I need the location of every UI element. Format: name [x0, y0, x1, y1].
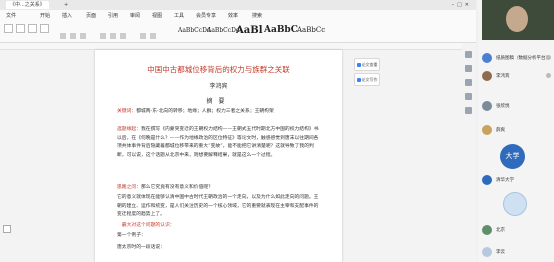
- paragraph-understanding: 最大对这个问题的认识：: [117, 222, 322, 231]
- style-heading-3[interactable]: AaBbCc: [295, 23, 327, 38]
- participant-name: 李云: [496, 250, 505, 255]
- document-page[interactable]: 中国中古都城位移背后的权力与族群之关联 李鸿宾 摘要 关键词：都城两-东-北向的…: [95, 50, 342, 262]
- speaker-face: [506, 6, 528, 32]
- align-center-icon[interactable]: [110, 33, 116, 39]
- participant-row[interactable]: 李云: [480, 246, 554, 260]
- participant-name: 北京: [496, 228, 505, 233]
- window-controls[interactable]: –□✕: [452, 0, 472, 10]
- paragraph-keywords: 关键词：都城两-东-北向的转移；地缘；人群；权力三者之关系；王朝构架: [117, 108, 322, 117]
- menu-item-file[interactable]: 文件: [6, 12, 16, 19]
- left-toolbar: [0, 50, 12, 262]
- word-processor-window: 《中...之关系》 + –□✕ 文件 开始 插入 页面 引用 审阅 视图 工具 …: [0, 0, 476, 262]
- participant-row[interactable]: 薛爽: [480, 124, 554, 138]
- menu-bar: 文件 开始 插入 页面 引用 审阅 视图 工具 会员专享 效率 搜索: [0, 10, 476, 20]
- paragraph-lead: 选题缘起：: [117, 127, 141, 132]
- document-title: 中国中古都城位移背后的权力与族群之关联: [147, 65, 290, 74]
- avatar: [482, 247, 492, 257]
- participant-name: 李鸿宾: [496, 74, 510, 79]
- avatar: [482, 101, 492, 111]
- participant-name: 清华大学: [496, 178, 514, 183]
- menu-item-review[interactable]: 审阅: [130, 12, 140, 19]
- mic-icon: [546, 55, 551, 60]
- menu-item-reference[interactable]: 引用: [108, 12, 118, 19]
- video-feed[interactable]: [482, 0, 554, 40]
- mic-icon: [546, 73, 551, 78]
- avatar: [482, 175, 492, 185]
- bullets-icon[interactable]: [150, 33, 156, 39]
- participant-name: 张欣悦: [496, 104, 510, 109]
- paper-writing-button[interactable]: 论文写作: [354, 73, 380, 86]
- italic-icon[interactable]: [70, 33, 76, 39]
- participant-row[interactable]: 李鸿宾: [480, 70, 554, 84]
- underline-icon[interactable]: [80, 33, 86, 39]
- tool-icon-3[interactable]: [465, 79, 472, 86]
- avatar: [482, 53, 492, 63]
- avatar: [482, 71, 492, 81]
- tool-icon-2[interactable]: [465, 65, 472, 72]
- university-avatar[interactable]: 大学: [500, 144, 525, 169]
- paragraph-example: 第一个例子：: [117, 232, 322, 241]
- paragraph-text: 第一个例子：: [117, 233, 146, 238]
- plagiarism-check-button[interactable]: 论文查重: [354, 58, 380, 71]
- title-bar: 《中...之关系》 + –□✕: [0, 0, 476, 10]
- menu-item-tools[interactable]: 工具: [174, 12, 184, 19]
- participant-row[interactable]: 清华大学: [480, 174, 554, 188]
- menu-item-efficiency[interactable]: 效率: [228, 12, 238, 19]
- button-label: 论文查重: [361, 62, 378, 67]
- paste-icon[interactable]: [4, 24, 13, 33]
- paragraph-question: 思路之问：那么它究竟有没有意义和价值呢？: [117, 184, 322, 193]
- bold-icon[interactable]: [60, 33, 66, 39]
- paragraph-quote: 唐太宗时的一段话说：: [117, 244, 322, 253]
- paragraph-text: 都城两-东-北向的转移；地缘；人群；权力三者之关系；王朝构架: [136, 109, 274, 114]
- participant-name: 纸质图稿（数据分析平台）: [496, 56, 550, 61]
- abstract-heading: 摘要: [206, 98, 231, 105]
- menu-item-insert[interactable]: 插入: [62, 12, 72, 19]
- menu-item-member[interactable]: 会员专享: [196, 12, 216, 19]
- cut-icon[interactable]: [16, 24, 25, 33]
- avatar: [482, 125, 492, 135]
- paragraph-lead: 关键词：: [117, 109, 137, 114]
- navigation-icon[interactable]: [3, 225, 11, 233]
- ribbon-toolbar: AaBbCcDd AaBbCcDd AaBl AaBbC AaBbCc: [0, 20, 476, 43]
- copy-icon[interactable]: [28, 24, 37, 33]
- paragraph-text: 最大对这个问题的认识：: [117, 223, 175, 228]
- paragraph-text: 那么它究竟有没有意义和价值呢？: [141, 185, 213, 190]
- paragraph-significance: 它的意义就体现在能够认清中国中古时代王朝政治的一个走向，以及为什么如此走向的问题…: [117, 194, 322, 220]
- avatar: [482, 225, 492, 235]
- participant-row[interactable]: 北京: [480, 224, 554, 238]
- document-tab[interactable]: 《中...之关系》: [6, 1, 49, 9]
- button-label: 论文写作: [361, 77, 378, 82]
- right-toolbar: [462, 43, 476, 262]
- paragraph-lead: 思路之问：: [117, 185, 141, 190]
- horizontal-ruler[interactable]: [0, 43, 476, 50]
- style-heading-1[interactable]: AaBl: [234, 23, 265, 38]
- align-right-icon[interactable]: [120, 33, 126, 39]
- format-painter-icon[interactable]: [40, 24, 49, 33]
- paragraph-text: 唐太宗时的一段话说：: [117, 245, 165, 250]
- menu-item-page[interactable]: 页面: [86, 12, 96, 19]
- participant-name: 薛爽: [496, 128, 505, 133]
- participant-row[interactable]: 纸质图稿（数据分析平台）: [480, 52, 554, 66]
- paragraph-text: 它的意义就体现在能够认清中国中古时代王朝政治的一个走向，以及为什么如此走向的问题…: [117, 195, 319, 218]
- tool-icon-4[interactable]: [465, 93, 472, 100]
- menu-item-home[interactable]: 开始: [40, 12, 50, 19]
- paragraph-text: 我在撰写《内蒙突变迁的王朝权力结构——王朝式五代时期北方中国的权力结构》书以后，…: [117, 127, 319, 158]
- menu-item-view[interactable]: 视图: [152, 12, 162, 19]
- document-author: 李鸿宾: [209, 83, 228, 90]
- participant-row[interactable]: 张欣悦: [480, 100, 554, 114]
- menu-item-search[interactable]: 搜索: [252, 12, 262, 19]
- line-spacing-icon[interactable]: [140, 33, 146, 39]
- pen-icon: [356, 78, 361, 82]
- new-tab-button[interactable]: +: [64, 0, 68, 10]
- avatar[interactable]: [503, 192, 527, 216]
- align-left-icon[interactable]: [100, 33, 106, 39]
- tool-icon-5[interactable]: [465, 107, 472, 114]
- tool-icon-1[interactable]: [465, 51, 472, 58]
- check-icon: [356, 63, 361, 67]
- paragraph-origin: 选题缘起：我在撰写《内蒙突变迁的王朝权力结构——王朝式五代时期北方中国的权力结构…: [117, 126, 322, 160]
